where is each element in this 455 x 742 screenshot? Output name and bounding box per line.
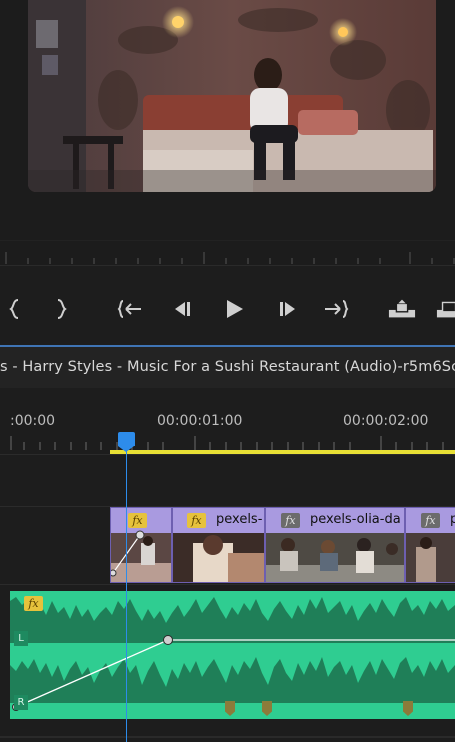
clip-name: pexels-	[216, 512, 263, 527]
mark-out-icon	[57, 299, 67, 319]
timeline-bottom-area	[0, 719, 455, 742]
video-clip-2[interactable]: fx pexels-	[172, 507, 265, 583]
play-icon	[227, 300, 243, 318]
step-forward-icon	[280, 302, 295, 316]
video-clip-1[interactable]: fx	[110, 507, 172, 583]
program-monitor	[0, 0, 455, 265]
lift-button[interactable]	[388, 296, 416, 322]
mark-in-button[interactable]	[0, 296, 28, 322]
go-to-in-icon	[117, 300, 141, 318]
step-back-icon	[175, 302, 190, 316]
video-preview	[28, 0, 436, 192]
go-to-out-button[interactable]	[322, 296, 350, 322]
fx-badge[interactable]: fx	[421, 513, 440, 528]
audio-waveform	[10, 597, 455, 711]
go-to-in-button[interactable]	[116, 296, 144, 322]
extract-button[interactable]	[436, 296, 455, 322]
playhead-line[interactable]	[126, 446, 127, 742]
step-back-button[interactable]	[168, 296, 196, 322]
timecode-0: :00:00	[10, 413, 56, 429]
audio-clip[interactable]: fx L R	[10, 591, 455, 719]
go-to-out-icon	[325, 300, 349, 318]
sequence-title: s - Harry Styles - Music For a Sushi Res…	[0, 359, 455, 375]
playhead-handle[interactable]	[118, 432, 135, 446]
mark-out-button[interactable]	[48, 296, 76, 322]
timecode-2: 00:00:02:00	[343, 413, 429, 429]
video-clip-3[interactable]: fx pexels-olia-da	[265, 507, 405, 583]
fx-badge[interactable]: fx	[24, 596, 43, 611]
timeline-scrollbar[interactable]	[0, 736, 455, 738]
step-forward-button[interactable]	[274, 296, 302, 322]
transport-controls	[0, 265, 455, 345]
track-divider	[0, 584, 455, 585]
track-divider	[0, 454, 455, 455]
timeline-ruler[interactable]: :00:00 00:00:01:00 00:00:02:00	[0, 388, 455, 450]
channel-right-label: R	[14, 695, 28, 710]
fx-badge[interactable]: fx	[281, 513, 300, 528]
sequence-tab[interactable]: s - Harry Styles - Music For a Sushi Res…	[0, 345, 455, 388]
monitor-time-ruler[interactable]	[0, 240, 455, 266]
channel-left-label: L	[14, 631, 28, 646]
timeline-panel[interactable]: :00:00 00:00:01:00 00:00:02:00 fx fx pex…	[0, 388, 455, 742]
extract-icon	[436, 301, 455, 318]
mark-in-icon	[9, 299, 19, 319]
clip-name: pexels-olia-da	[310, 512, 401, 527]
timecode-1: 00:00:01:00	[157, 413, 243, 429]
play-button[interactable]	[220, 296, 248, 322]
fx-badge[interactable]: fx	[187, 513, 206, 528]
lift-icon	[388, 299, 416, 318]
clip-name: p	[450, 512, 455, 527]
video-clip-4[interactable]: fx p	[405, 507, 455, 583]
